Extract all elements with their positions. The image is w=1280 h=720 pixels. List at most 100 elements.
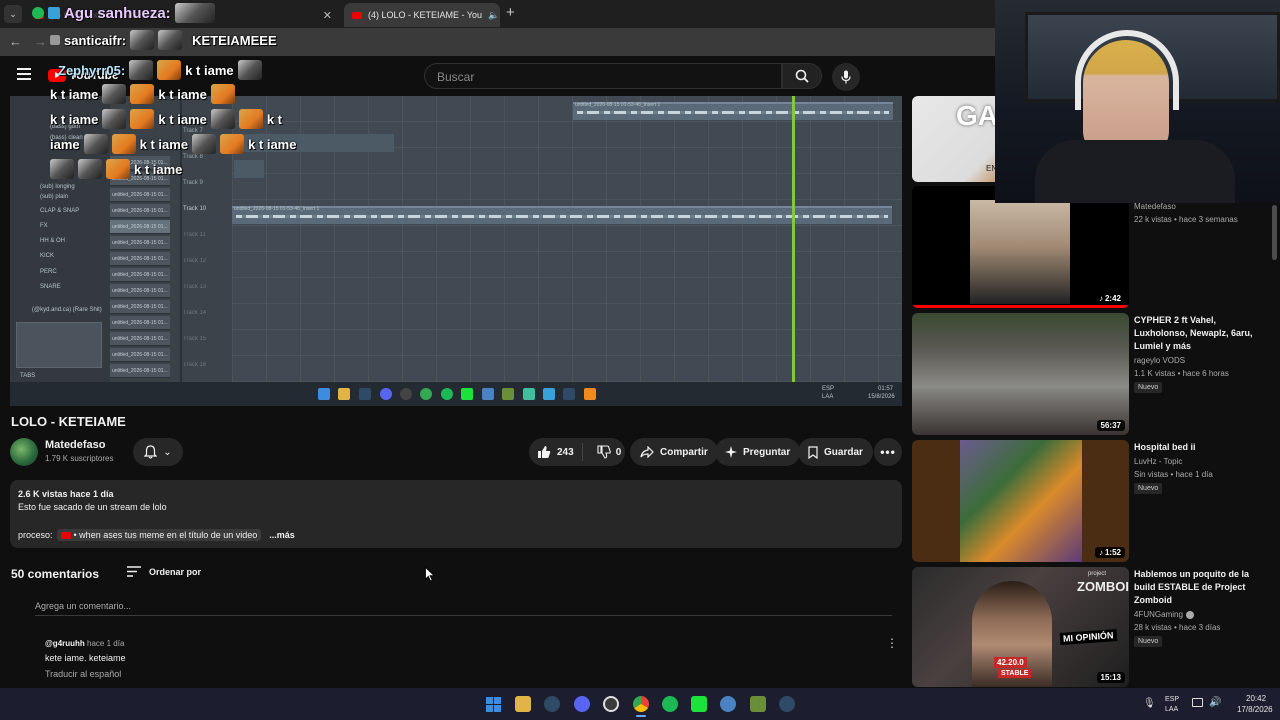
sidebar-scrollbar[interactable]	[1272, 205, 1277, 260]
fl-studio-icon	[584, 388, 596, 400]
ask-button[interactable]: Preguntar	[715, 438, 801, 466]
audio-clip-small	[234, 160, 264, 178]
chat-emote	[157, 60, 182, 80]
more-actions-button[interactable]: •••	[874, 438, 902, 466]
notification-button[interactable]: ⌄	[133, 438, 183, 466]
ask-label: Preguntar	[743, 446, 791, 458]
discord-icon	[380, 388, 392, 400]
volume-icon[interactable]: 🔊	[1209, 697, 1221, 708]
file-explorer-icon[interactable]	[515, 696, 531, 712]
recorded-tray-layout: LAA	[822, 394, 834, 400]
kick-icon[interactable]	[691, 696, 707, 712]
steam-icon[interactable]	[544, 696, 560, 712]
share-button[interactable]: Compartir	[630, 438, 718, 466]
process-link[interactable]: • when ases tus meme en el título de un …	[56, 529, 262, 541]
fl-pattern-item: untitled_2026-08-15 01...	[110, 204, 170, 218]
tab-list-button[interactable]: ⌄	[4, 5, 22, 23]
steam-icon[interactable]	[779, 696, 795, 712]
translate-link[interactable]: Traducir al español	[45, 669, 121, 679]
show-more-link[interactable]: ...más	[269, 530, 295, 540]
comment-author[interactable]: @g4ruuhh	[45, 639, 85, 648]
chat-username: Zephyrr05:	[58, 62, 126, 78]
menu-icon[interactable]	[17, 68, 31, 80]
search-placeholder: Buscar	[437, 70, 475, 84]
video-thumbnail[interactable]: ♪ 2:42	[912, 186, 1129, 308]
chat-username: Agu sanhueza:	[64, 4, 171, 22]
chat-emote	[106, 159, 130, 179]
steam-icon	[359, 388, 371, 400]
fl-track-label: Track 9	[183, 180, 203, 186]
sparkle-icon	[725, 446, 737, 458]
forward-icon[interactable]: →	[34, 34, 47, 49]
tray-date[interactable]: 17/8/2026	[1237, 705, 1273, 714]
clip-label: untitled_2026-08-15 01-53-46_Insert 1	[234, 206, 320, 212]
video-thumbnail[interactable]: ♪ 1:52	[912, 440, 1129, 562]
spotify-icon	[441, 388, 453, 400]
audio-clip: untitled_2026-08-15 01-53-46_Insert 1	[573, 102, 893, 120]
youtube-favicon-icon	[60, 531, 71, 539]
spotify-icon[interactable]	[662, 696, 678, 712]
minecraft-icon[interactable]	[750, 696, 766, 712]
mute-tab-icon[interactable]: 🔈	[488, 10, 499, 21]
search-button[interactable]	[782, 63, 822, 89]
discord-icon[interactable]	[574, 696, 590, 712]
dislike-count: 0	[615, 446, 622, 458]
windows-start-icon[interactable]	[486, 697, 501, 712]
person-body	[1035, 140, 1235, 203]
obs-icon[interactable]	[603, 696, 619, 712]
comment-header: @g4ruuhh hace 1 día	[45, 639, 124, 648]
chat-spam-line: k t iame k t iame	[50, 84, 235, 104]
shorts-note-icon: ♪	[1098, 548, 1103, 557]
channel-name[interactable]: Matedefaso	[45, 439, 106, 451]
tab-active[interactable]: (4) LOLO - KETEIAME - You 🔈 ✕	[344, 3, 500, 27]
sidebar-meta: 1.1 K vistas • hace 6 horas	[1134, 369, 1229, 378]
tab-label: (4) LOLO - KETEIAME - You	[368, 10, 483, 20]
fl-browser-item: CLAP & SNAP	[40, 208, 80, 214]
chat-emote	[78, 159, 102, 179]
video-thumbnail[interactable]: project ZOMBOID MI OPINIÓN 42.20.0 STABL…	[912, 567, 1129, 687]
progress-bar	[912, 305, 1129, 308]
new-tab-button[interactable]: +	[506, 4, 515, 21]
comment-menu-icon[interactable]: ⋮	[886, 636, 898, 650]
tray-layout[interactable]: LAA	[1165, 706, 1178, 713]
duration-badge: 56:37	[1096, 420, 1125, 431]
chrome-icon[interactable]	[633, 696, 649, 712]
chat-emote	[130, 84, 155, 104]
sort-label: Ordenar por	[149, 566, 202, 577]
sidebar-channel[interactable]: rageylo VODS	[1134, 356, 1185, 365]
recorded-tray-lang: ESP	[822, 386, 835, 392]
search-input[interactable]: Buscar	[424, 63, 782, 89]
network-icon[interactable]	[1192, 698, 1203, 707]
sort-comments-button[interactable]: Ordenar por	[127, 566, 201, 577]
video-thumbnail[interactable]: 56:37	[912, 313, 1129, 435]
sidebar-title[interactable]: Hablemos un poquito de la build ESTABLE …	[1134, 568, 1254, 607]
save-button[interactable]: Guardar	[798, 438, 873, 466]
sidebar-title[interactable]: Hospital bed ii	[1134, 441, 1254, 454]
thumbnail-image	[970, 200, 1070, 304]
channel-avatar[interactable]	[10, 438, 38, 466]
fl-browser-item: (sub) longing	[40, 184, 75, 190]
sidebar-meta: Sin vistas • hace 1 día	[1134, 470, 1213, 479]
chat-message: santicaifr: KETEIAMEEE	[50, 30, 277, 50]
duration-text: 1:52	[1104, 548, 1121, 557]
back-icon[interactable]: ←	[9, 34, 22, 49]
chat-text: KETEIAMEEE	[192, 32, 277, 48]
ccleaner-icon[interactable]	[720, 696, 736, 712]
like-button[interactable]: 243	[529, 443, 583, 461]
kick-icon	[461, 388, 473, 400]
sidebar-channel[interactable]: Matedefaso	[1134, 202, 1176, 211]
comment-time: hace 1 día	[87, 639, 125, 648]
close-tab-icon[interactable]: ✕	[323, 9, 332, 22]
tray-language[interactable]: ESP	[1165, 696, 1179, 703]
tray-time[interactable]: 20:42	[1246, 694, 1266, 703]
sidebar-channel[interactable]: LuvHz - Topic	[1134, 457, 1182, 466]
dislike-button[interactable]: 0	[589, 445, 630, 459]
voice-search-button[interactable]	[832, 63, 860, 91]
sidebar-channel[interactable]: 4FUNGaming	[1134, 610, 1194, 619]
sidebar-title[interactable]: CYPHER 2 ft Vahel, Luxholonso, Newaplz, …	[1134, 314, 1254, 353]
add-comment-input[interactable]: Agrega un comentario...	[35, 601, 892, 616]
microphone-tray-icon[interactable]: 🎙	[1143, 698, 1156, 709]
thumbnail-text: ZOMBOID	[1077, 579, 1129, 594]
thumbnail-text: STABLE	[998, 669, 1032, 678]
chat-spam-line: k t iame k t iame k t	[50, 109, 282, 129]
